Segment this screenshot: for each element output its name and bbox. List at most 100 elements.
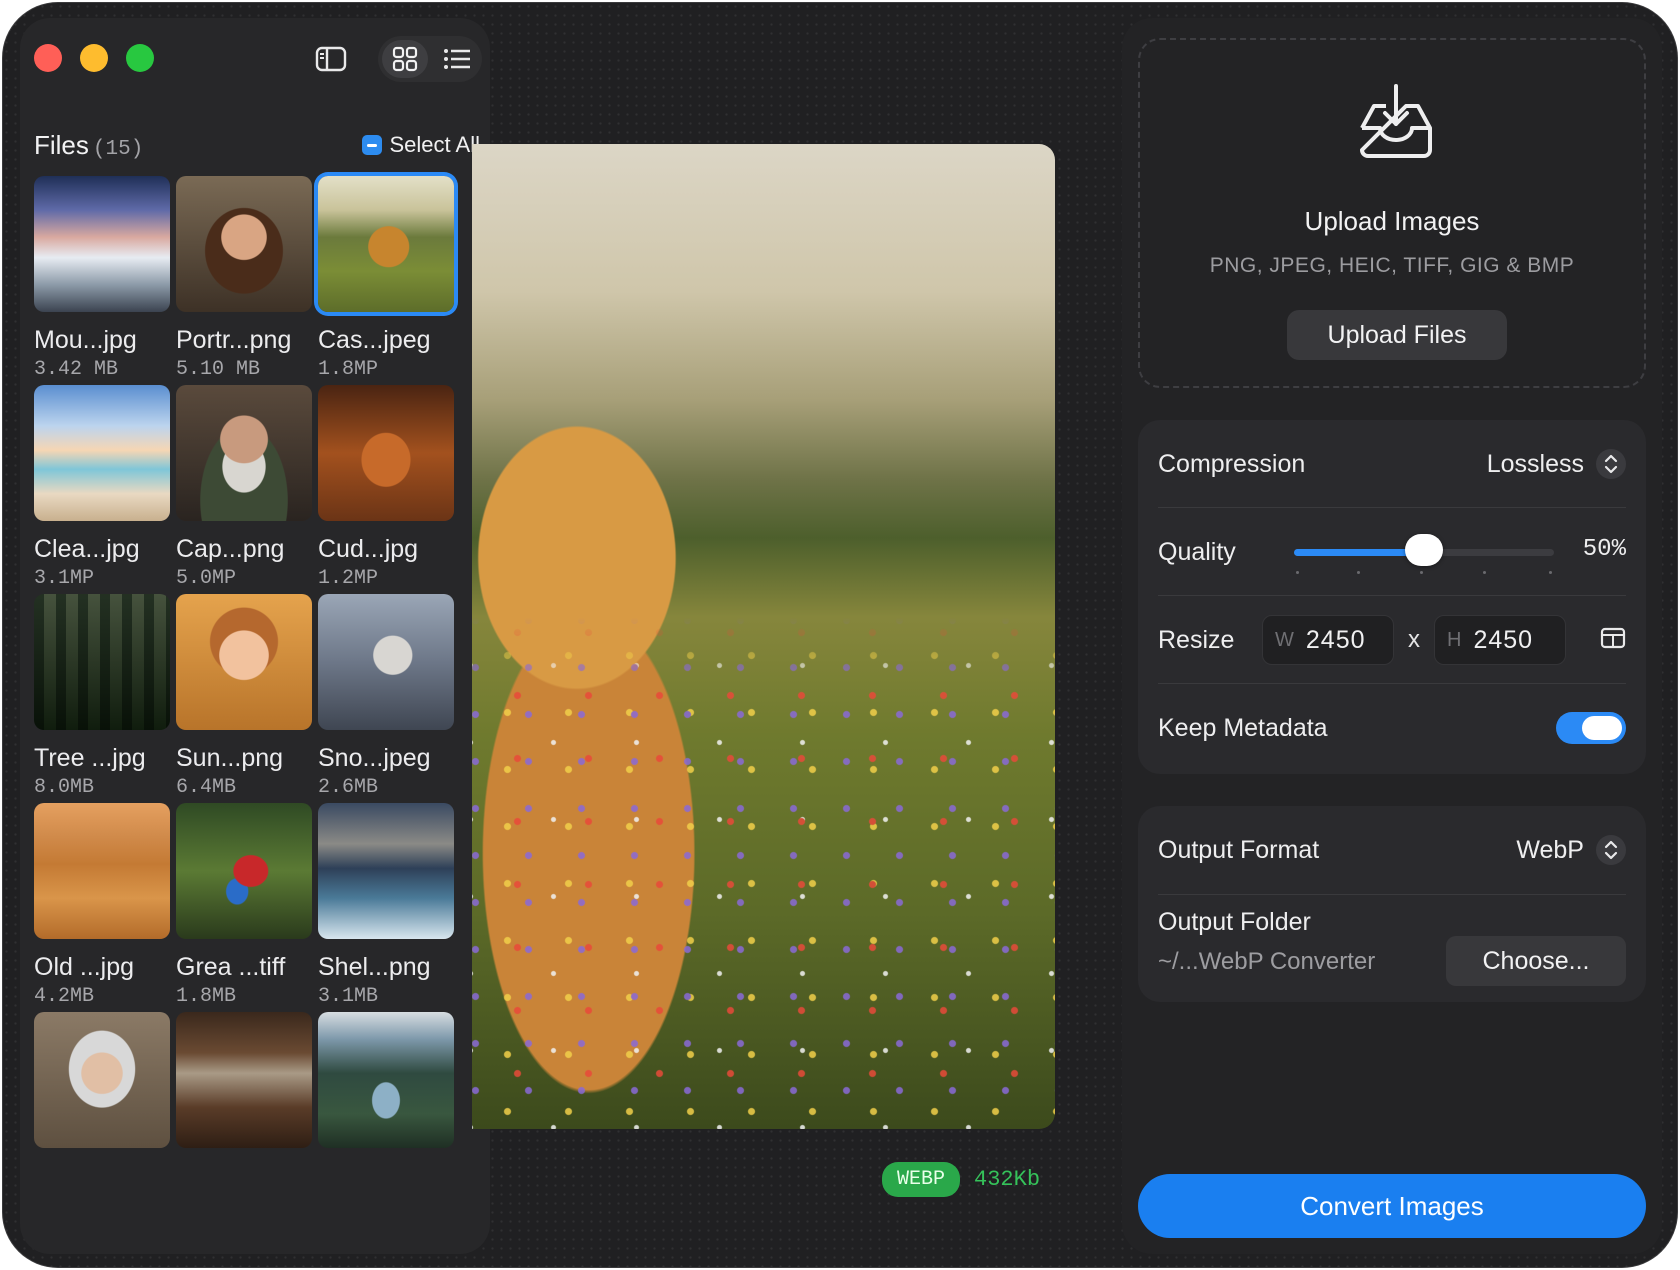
thumbnail-image — [34, 803, 170, 939]
close-window-button[interactable] — [34, 44, 62, 72]
file-tile[interactable]: Sun...png 6.4MB — [176, 594, 312, 799]
file-tile[interactable]: Cas...jpeg 1.8MP — [318, 176, 454, 381]
select-all-label: Select All — [389, 132, 481, 157]
file-size: 3.1MP — [34, 567, 95, 590]
height-prefix: H — [1447, 628, 1462, 651]
quality-row: Quality 50% — [1158, 508, 1626, 596]
file-tile[interactable]: Cap...png 5.0MP — [176, 385, 312, 590]
chevron-up-down-icon — [1596, 449, 1626, 479]
file-name: Cas...jpeg — [318, 326, 431, 354]
file-size: 1.8MB — [176, 985, 237, 1008]
file-tile[interactable] — [176, 1012, 312, 1162]
grid-view-button[interactable] — [382, 40, 428, 78]
file-tile[interactable]: Portr...png 5.10 MB — [176, 176, 312, 381]
slider-thumb[interactable] — [1405, 534, 1443, 566]
file-tile[interactable] — [34, 1012, 170, 1162]
file-name: Mou...jpg — [34, 326, 137, 354]
thumbnail-image — [318, 594, 454, 730]
chevron-up-down-icon — [1596, 835, 1626, 865]
file-tile[interactable]: Old ...jpg 4.2MB — [34, 803, 170, 1008]
zoom-window-button[interactable] — [126, 44, 154, 72]
height-value: 2450 — [1473, 625, 1534, 654]
thumbnail-image — [176, 1012, 312, 1148]
compression-label: Compression — [1158, 449, 1306, 478]
dimension-separator: x — [1408, 626, 1420, 653]
minimize-window-button[interactable] — [80, 44, 108, 72]
file-thumbnail — [318, 803, 454, 939]
quality-value: 50% — [1582, 536, 1626, 563]
output-settings-card: Output Format WebP Output Folder ~/...We… — [1138, 806, 1646, 1002]
sidebar-toggle-button[interactable] — [310, 38, 352, 80]
upload-formats: PNG, JPEG, HEIC, TIFF, GIG & BMP — [1209, 254, 1575, 277]
file-name: Old ...jpg — [34, 953, 135, 981]
keep-metadata-label: Keep Metadata — [1158, 713, 1328, 742]
aspect-ratio-icon — [1600, 627, 1626, 648]
resize-row: Resize W 2450 x H 2450 — [1158, 596, 1626, 684]
upload-files-button[interactable]: Upload Files — [1287, 310, 1507, 360]
thumbnail-image — [34, 176, 170, 312]
height-input[interactable]: H 2450 — [1434, 615, 1566, 665]
compression-select[interactable]: Lossless — [1487, 449, 1626, 479]
output-format-label: Output Format — [1158, 835, 1320, 864]
thumbnail-image — [318, 803, 454, 939]
files-count: (15) — [92, 138, 144, 161]
file-thumbnail — [176, 803, 312, 939]
file-tile[interactable]: Cud...jpg 1.2MP — [318, 385, 454, 590]
file-thumbnail — [176, 594, 312, 730]
thumbnail-image — [318, 176, 454, 312]
file-name: Grea ...tiff — [176, 953, 286, 981]
file-tile[interactable] — [318, 1012, 454, 1162]
file-tile[interactable]: Tree ...jpg 8.0MB — [34, 594, 170, 799]
slider-tick — [1296, 571, 1299, 574]
file-size: 3.42 MB — [34, 358, 119, 381]
compression-value: Lossless — [1486, 449, 1584, 478]
file-name: Cap...png — [176, 535, 285, 563]
file-tile[interactable]: Clea...jpg 3.1MP — [34, 385, 170, 590]
divider — [1158, 894, 1626, 895]
file-sidebar: Files (15) Select All Mou...jpg 3.42 MB Por… — [20, 18, 490, 1254]
slider-tick — [1549, 571, 1552, 574]
slider-tick — [1483, 571, 1486, 574]
keep-metadata-toggle[interactable] — [1556, 712, 1626, 744]
file-thumbnail — [318, 1012, 454, 1148]
file-name: Shel...png — [318, 953, 431, 981]
file-thumbnail — [176, 1012, 312, 1148]
file-size: 1.2MP — [318, 567, 379, 590]
file-name: Sno...jpeg — [318, 744, 431, 772]
file-tile[interactable]: Grea ...tiff 1.8MB — [176, 803, 312, 1008]
upload-title: Upload Images — [1304, 206, 1480, 236]
output-format-row: Output Format WebP — [1158, 806, 1626, 894]
upload-dropzone[interactable]: Upload Images PNG, JPEG, HEIC, TIFF, GIG… — [1138, 38, 1646, 388]
preview-image-detail — [472, 144, 1055, 1129]
file-thumbnail — [34, 176, 170, 312]
file-size: 1.8MP — [318, 358, 379, 381]
image-preview — [472, 144, 1055, 1129]
choose-folder-button[interactable]: Choose... — [1446, 936, 1626, 986]
file-tile[interactable]: Shel...png 3.1MB — [318, 803, 454, 1008]
output-format-select[interactable]: WebP — [1516, 835, 1626, 865]
quality-label: Quality — [1158, 537, 1236, 566]
file-thumbnail — [34, 803, 170, 939]
output-format-value: WebP — [1516, 835, 1584, 864]
file-name: Clea...jpg — [34, 535, 140, 563]
app-window: Files (15) Select All Mou...jpg 3.42 MB Por… — [2, 2, 1678, 1268]
file-tile[interactable]: Mou...jpg 3.42 MB — [34, 176, 170, 381]
select-all-checkbox[interactable]: Select All — [361, 132, 481, 158]
width-input[interactable]: W 2450 — [1262, 615, 1394, 665]
convert-images-button[interactable]: Convert Images — [1138, 1174, 1646, 1238]
file-size: 5.10 MB — [176, 358, 261, 381]
compression-row: Compression Lossless — [1158, 420, 1626, 508]
thumbnail-image — [34, 594, 170, 730]
quality-slider[interactable] — [1294, 534, 1554, 574]
file-thumbnail — [176, 385, 312, 521]
output-folder-path: ~/...WebP Converter — [1158, 948, 1376, 975]
list-view-button[interactable] — [434, 40, 480, 78]
width-prefix: W — [1275, 628, 1294, 651]
aspect-ratio-button[interactable] — [1600, 627, 1626, 654]
file-tile[interactable]: Sno...jpeg 2.6MB — [318, 594, 454, 799]
thumbnail-image — [318, 385, 454, 521]
output-size: 432Kb — [974, 1167, 1041, 1192]
file-thumbnail — [34, 594, 170, 730]
sidebar-icon — [315, 46, 347, 72]
file-thumbnail — [34, 1012, 170, 1148]
